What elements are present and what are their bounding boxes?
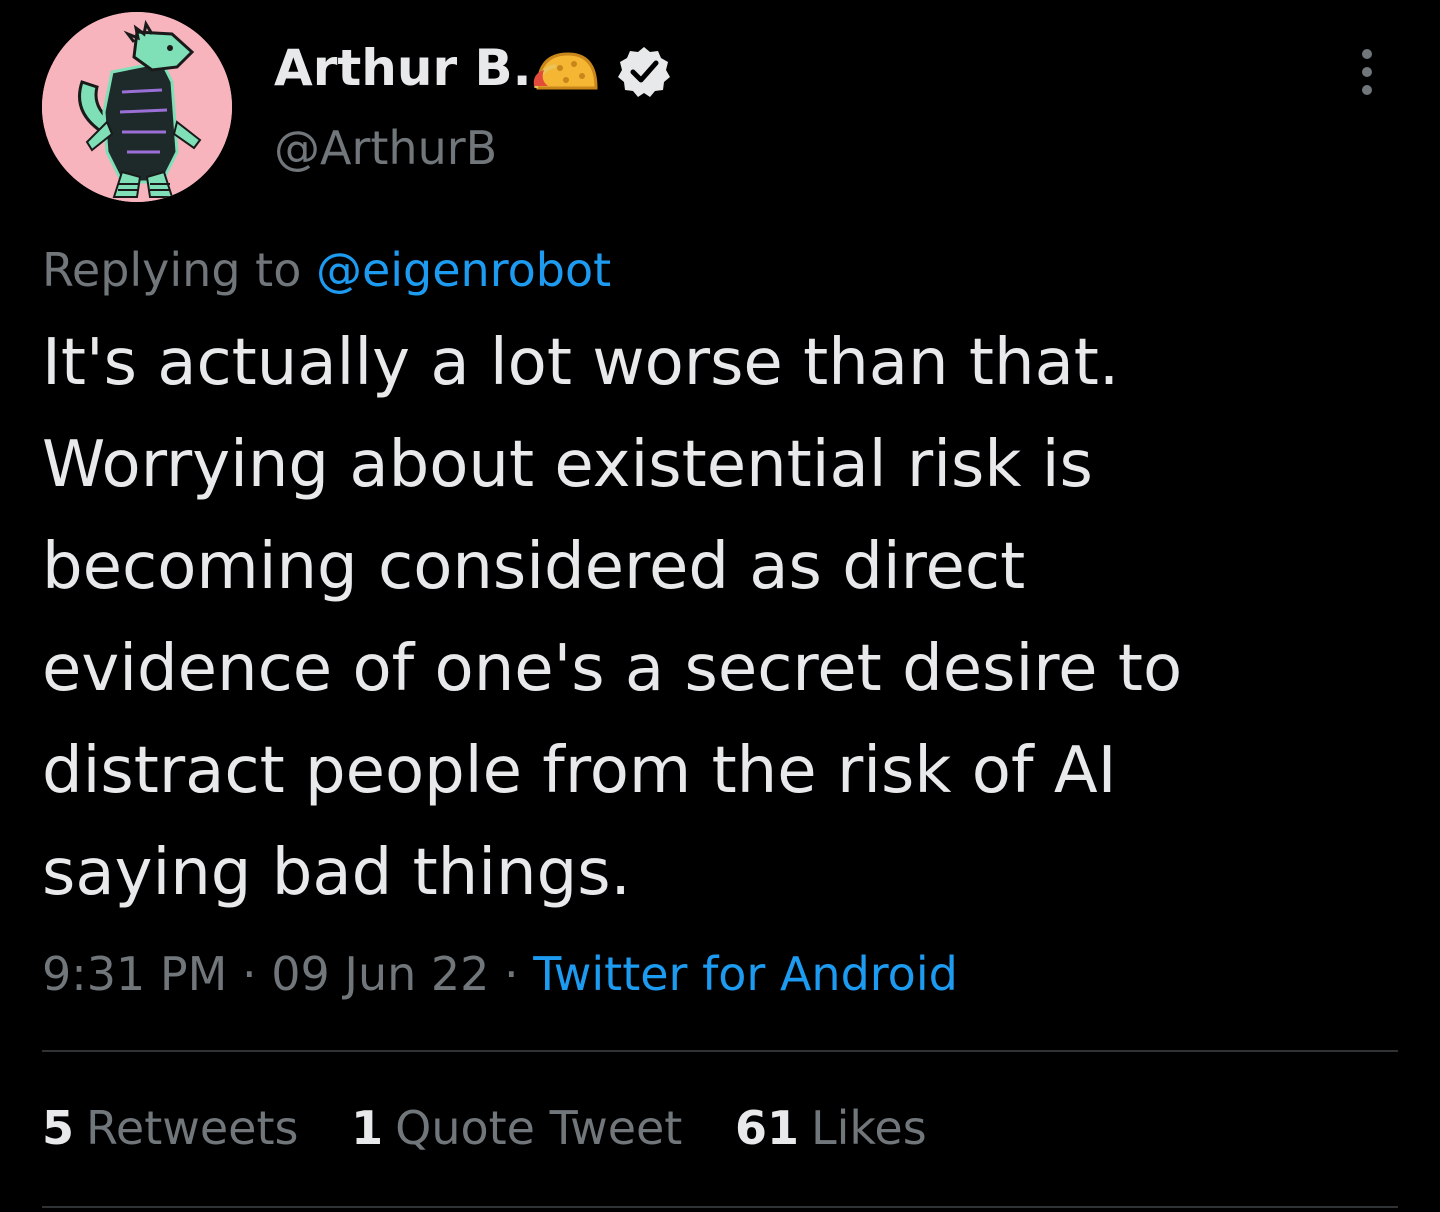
tweet-time[interactable]: 9:31 PM xyxy=(42,947,227,1001)
verified-badge-icon[interactable] xyxy=(617,44,671,98)
tweet-date[interactable]: 09 Jun 22 xyxy=(271,947,489,1001)
tweet-source-link[interactable]: Twitter for Android xyxy=(533,947,958,1001)
display-name[interactable]: Arthur B. xyxy=(274,38,532,98)
replying-to-label: Replying to xyxy=(42,243,302,297)
divider xyxy=(42,1206,1398,1208)
quote-tweets-label: Quote Tweet xyxy=(395,1101,683,1155)
likes-stat[interactable]: 61 Likes xyxy=(735,1101,927,1155)
retweets-stat[interactable]: 5 Retweets xyxy=(42,1101,298,1155)
tweet-meta: 9:31 PM · 09 Jun 22 · Twitter for Androi… xyxy=(42,944,958,1004)
quote-tweets-stat[interactable]: 1 Quote Tweet xyxy=(351,1101,682,1155)
more-options-icon[interactable] xyxy=(1350,44,1384,100)
likes-label: Likes xyxy=(810,1101,927,1155)
replying-to: Replying to @eigenrobot xyxy=(42,240,611,300)
avatar[interactable] xyxy=(42,12,232,202)
godzilla-avatar-icon xyxy=(42,12,232,202)
taco-icon xyxy=(533,52,598,90)
reply-mention-link[interactable]: @eigenrobot xyxy=(316,243,611,297)
tweet-text: It's actually a lot worse than that. Wor… xyxy=(42,326,1183,910)
meta-separator: · xyxy=(504,947,519,1001)
divider xyxy=(42,1050,1398,1052)
retweets-label: Retweets xyxy=(86,1101,299,1155)
likes-count: 61 xyxy=(734,1101,799,1155)
tweet-stats: 5 Retweets 1 Quote Tweet 61 Likes xyxy=(42,1098,965,1158)
retweets-count: 5 xyxy=(42,1101,75,1155)
quote-tweets-count: 1 xyxy=(351,1101,384,1155)
author-handle[interactable]: @ArthurB xyxy=(274,120,497,176)
meta-separator: · xyxy=(241,947,257,1001)
